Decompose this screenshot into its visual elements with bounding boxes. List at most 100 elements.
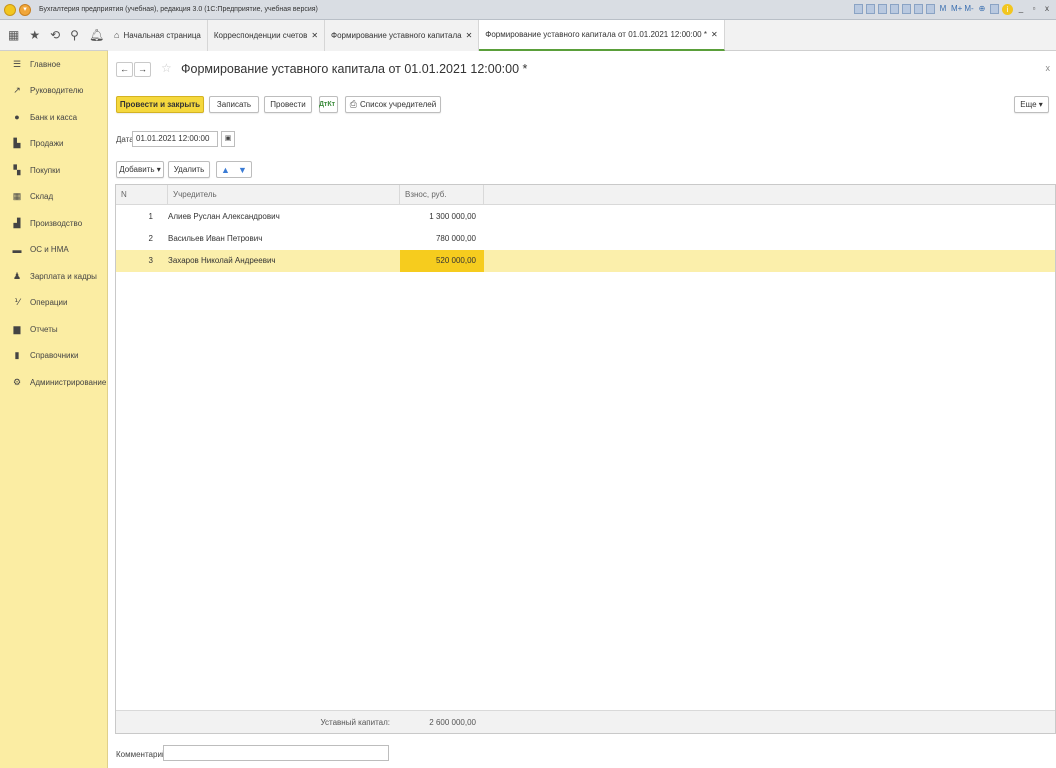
table-header: N Учредитель Взнос, руб.: [116, 185, 1055, 205]
sidebar-item-warehouse[interactable]: ▦ Склад: [0, 184, 107, 211]
favorites-star-icon[interactable]: ★: [29, 28, 40, 42]
tab-capital-list[interactable]: Формирование уставного капитала ✕: [325, 19, 480, 51]
tab-close-icon[interactable]: ✕: [711, 30, 718, 39]
zoom-icon[interactable]: ⊕: [977, 3, 987, 15]
minimize-button[interactable]: _: [1016, 3, 1026, 15]
table-row-selected[interactable]: 3 Захаров Николай Андреевич 520 000,00: [116, 250, 1055, 272]
bar-chart-icon: ▆: [13, 323, 21, 334]
column-header-contribution[interactable]: Взнос, руб.: [400, 185, 484, 205]
sidebar-item-label: Отчеты: [30, 324, 58, 334]
info-icon[interactable]: i: [1002, 3, 1013, 15]
window-close-button[interactable]: x: [1042, 3, 1052, 15]
sidebar-item-assets[interactable]: ▬ ОС и НМА: [0, 237, 107, 264]
memory-m-button[interactable]: M: [938, 3, 948, 15]
dt-kt-icon: ⅟: [14, 297, 20, 308]
gear-icon: ⚙: [12, 376, 22, 387]
tab-label: Начальная страница: [123, 30, 201, 40]
date-input[interactable]: 01.01.2021 12:00:00: [132, 131, 218, 147]
favorite-star-icon[interactable]: ☆: [161, 61, 172, 75]
tab-home[interactable]: ⌂ Начальная страница: [108, 19, 208, 51]
factory-icon: ▟: [13, 217, 21, 228]
post-button[interactable]: Провести: [264, 96, 312, 113]
save-button[interactable]: Записать: [209, 96, 259, 113]
total-label: Уставный капитал:: [320, 718, 390, 727]
tab-label: Формирование уставного капитала от 01.01…: [485, 29, 707, 39]
person-icon: ♟: [12, 270, 22, 281]
column-header-founder[interactable]: Учредитель: [168, 185, 400, 205]
trend-icon: ↗: [13, 85, 21, 96]
sidebar-item-operations[interactable]: ⅟ Операции: [0, 290, 107, 317]
menu-lines-icon: ☰: [12, 58, 22, 69]
sidebar-item-label: Покупки: [30, 165, 61, 175]
calc-icon[interactable]: [926, 4, 935, 14]
window-title: Бухгалтерия предприятия (учебная), редак…: [39, 6, 318, 13]
copy-icon[interactable]: [902, 4, 911, 14]
memory-minus-button[interactable]: M-: [964, 3, 974, 15]
sidebar-item-salary[interactable]: ♟ Зарплата и кадры: [0, 263, 107, 290]
forward-arrow-button[interactable]: →: [134, 62, 151, 77]
app-logo-icon[interactable]: [4, 3, 16, 16]
move-down-arrow-icon[interactable]: ▼: [238, 165, 247, 175]
main-menu-icon[interactable]: ▾: [19, 3, 31, 16]
sidebar-item-label: Администрирование: [30, 377, 107, 387]
contribution-amount[interactable]: 520 000,00: [400, 250, 484, 272]
top-icons: ▦ ★ ⟲ ⚲ 🔔︎: [0, 28, 108, 42]
founders-list-button[interactable]: ⎙ Список учредителей: [345, 96, 441, 113]
form-close-button[interactable]: x: [1046, 63, 1051, 73]
sidebar-item-manager[interactable]: ↗ Руководителю: [0, 78, 107, 105]
contribution-amount[interactable]: 1 300 000,00: [400, 206, 484, 228]
table-footer: Уставный капитал: 2 600 000,00: [116, 710, 1055, 733]
bell-icon[interactable]: 🔔︎: [89, 28, 104, 42]
sidebar-item-reports[interactable]: ▆ Отчеты: [0, 316, 107, 343]
restore-button[interactable]: ▫: [1029, 3, 1039, 15]
title-toolbar: M M+ M- ⊕ i _ ▫ x: [854, 3, 1052, 15]
dtkt-button[interactable]: ДтКт: [319, 96, 338, 113]
founder-name: Захаров Николай Андреевич: [168, 256, 276, 265]
form-title: Формирование уставного капитала от 01.01…: [181, 62, 528, 76]
preview-icon[interactable]: [878, 4, 887, 14]
top-bar: ▦ ★ ⟲ ⚲ 🔔︎ ⌂ Начальная страница Корреспо…: [0, 19, 1056, 51]
apps-grid-icon[interactable]: ▦: [8, 28, 19, 42]
home-icon: ⌂: [114, 30, 120, 40]
move-up-arrow-icon[interactable]: ▲: [221, 165, 230, 175]
delete-button[interactable]: Удалить: [168, 161, 210, 178]
sidebar-item-label: Производство: [30, 218, 83, 228]
sidebar-item-main[interactable]: ☰ Главное: [0, 51, 107, 78]
dtkt-icon: ДтКт: [318, 101, 336, 108]
table-row[interactable]: 2 Васильев Иван Петрович 780 000,00: [116, 228, 1055, 250]
history-icon[interactable]: ⟲: [50, 28, 60, 42]
print-icon[interactable]: [866, 4, 875, 14]
sidebar-item-catalogs[interactable]: ▮ Справочники: [0, 343, 107, 370]
contribution-amount[interactable]: 780 000,00: [400, 228, 484, 250]
back-arrow-button[interactable]: ←: [116, 62, 133, 77]
founder-name: Алиев Руслан Александрович: [168, 212, 280, 221]
sidebar-item-admin[interactable]: ⚙ Администрирование: [0, 369, 107, 396]
window-icon[interactable]: [990, 4, 999, 14]
calendar-icon[interactable]: [914, 4, 923, 14]
post-and-close-button[interactable]: Провести и закрыть: [116, 96, 204, 113]
tab-correspondences[interactable]: Корреспонденции счетов ✕: [207, 19, 326, 51]
table-row[interactable]: 1 Алиев Руслан Александрович 1 300 000,0…: [116, 206, 1055, 228]
total-value: 2 600 000,00: [429, 718, 476, 727]
search-icon[interactable]: ⚲: [70, 28, 79, 42]
founders-table: N Учредитель Взнос, руб. 1 Алиев Руслан …: [115, 184, 1056, 734]
tab-close-icon[interactable]: ✕: [466, 31, 473, 40]
column-header-n[interactable]: N: [116, 185, 168, 205]
warehouse-icon: ▦: [12, 191, 22, 202]
cart-icon: ▚: [13, 164, 21, 175]
sidebar-item-purchases[interactable]: ▚ Покупки: [0, 157, 107, 184]
save-icon[interactable]: [854, 4, 863, 14]
memory-plus-button[interactable]: M+: [951, 3, 962, 15]
sidebar-item-production[interactable]: ▟ Производство: [0, 210, 107, 237]
more-button[interactable]: Еще ▾: [1014, 96, 1049, 113]
title-bar: ▾ Бухгалтерия предприятия (учебная), ред…: [0, 0, 1056, 20]
sidebar-item-bank[interactable]: ● Банк и касса: [0, 104, 107, 131]
tab-close-icon[interactable]: ✕: [311, 31, 318, 40]
calendar-button[interactable]: ▣: [221, 131, 235, 147]
add-button[interactable]: Добавить ▾: [116, 161, 164, 178]
comment-input[interactable]: [163, 745, 389, 761]
tab-capital-document[interactable]: Формирование уставного капитала от 01.01…: [479, 19, 725, 51]
link-icon[interactable]: [890, 4, 899, 14]
sidebar-item-sales[interactable]: ▙ Продажи: [0, 131, 107, 158]
truck-icon: ▬: [12, 244, 22, 255]
